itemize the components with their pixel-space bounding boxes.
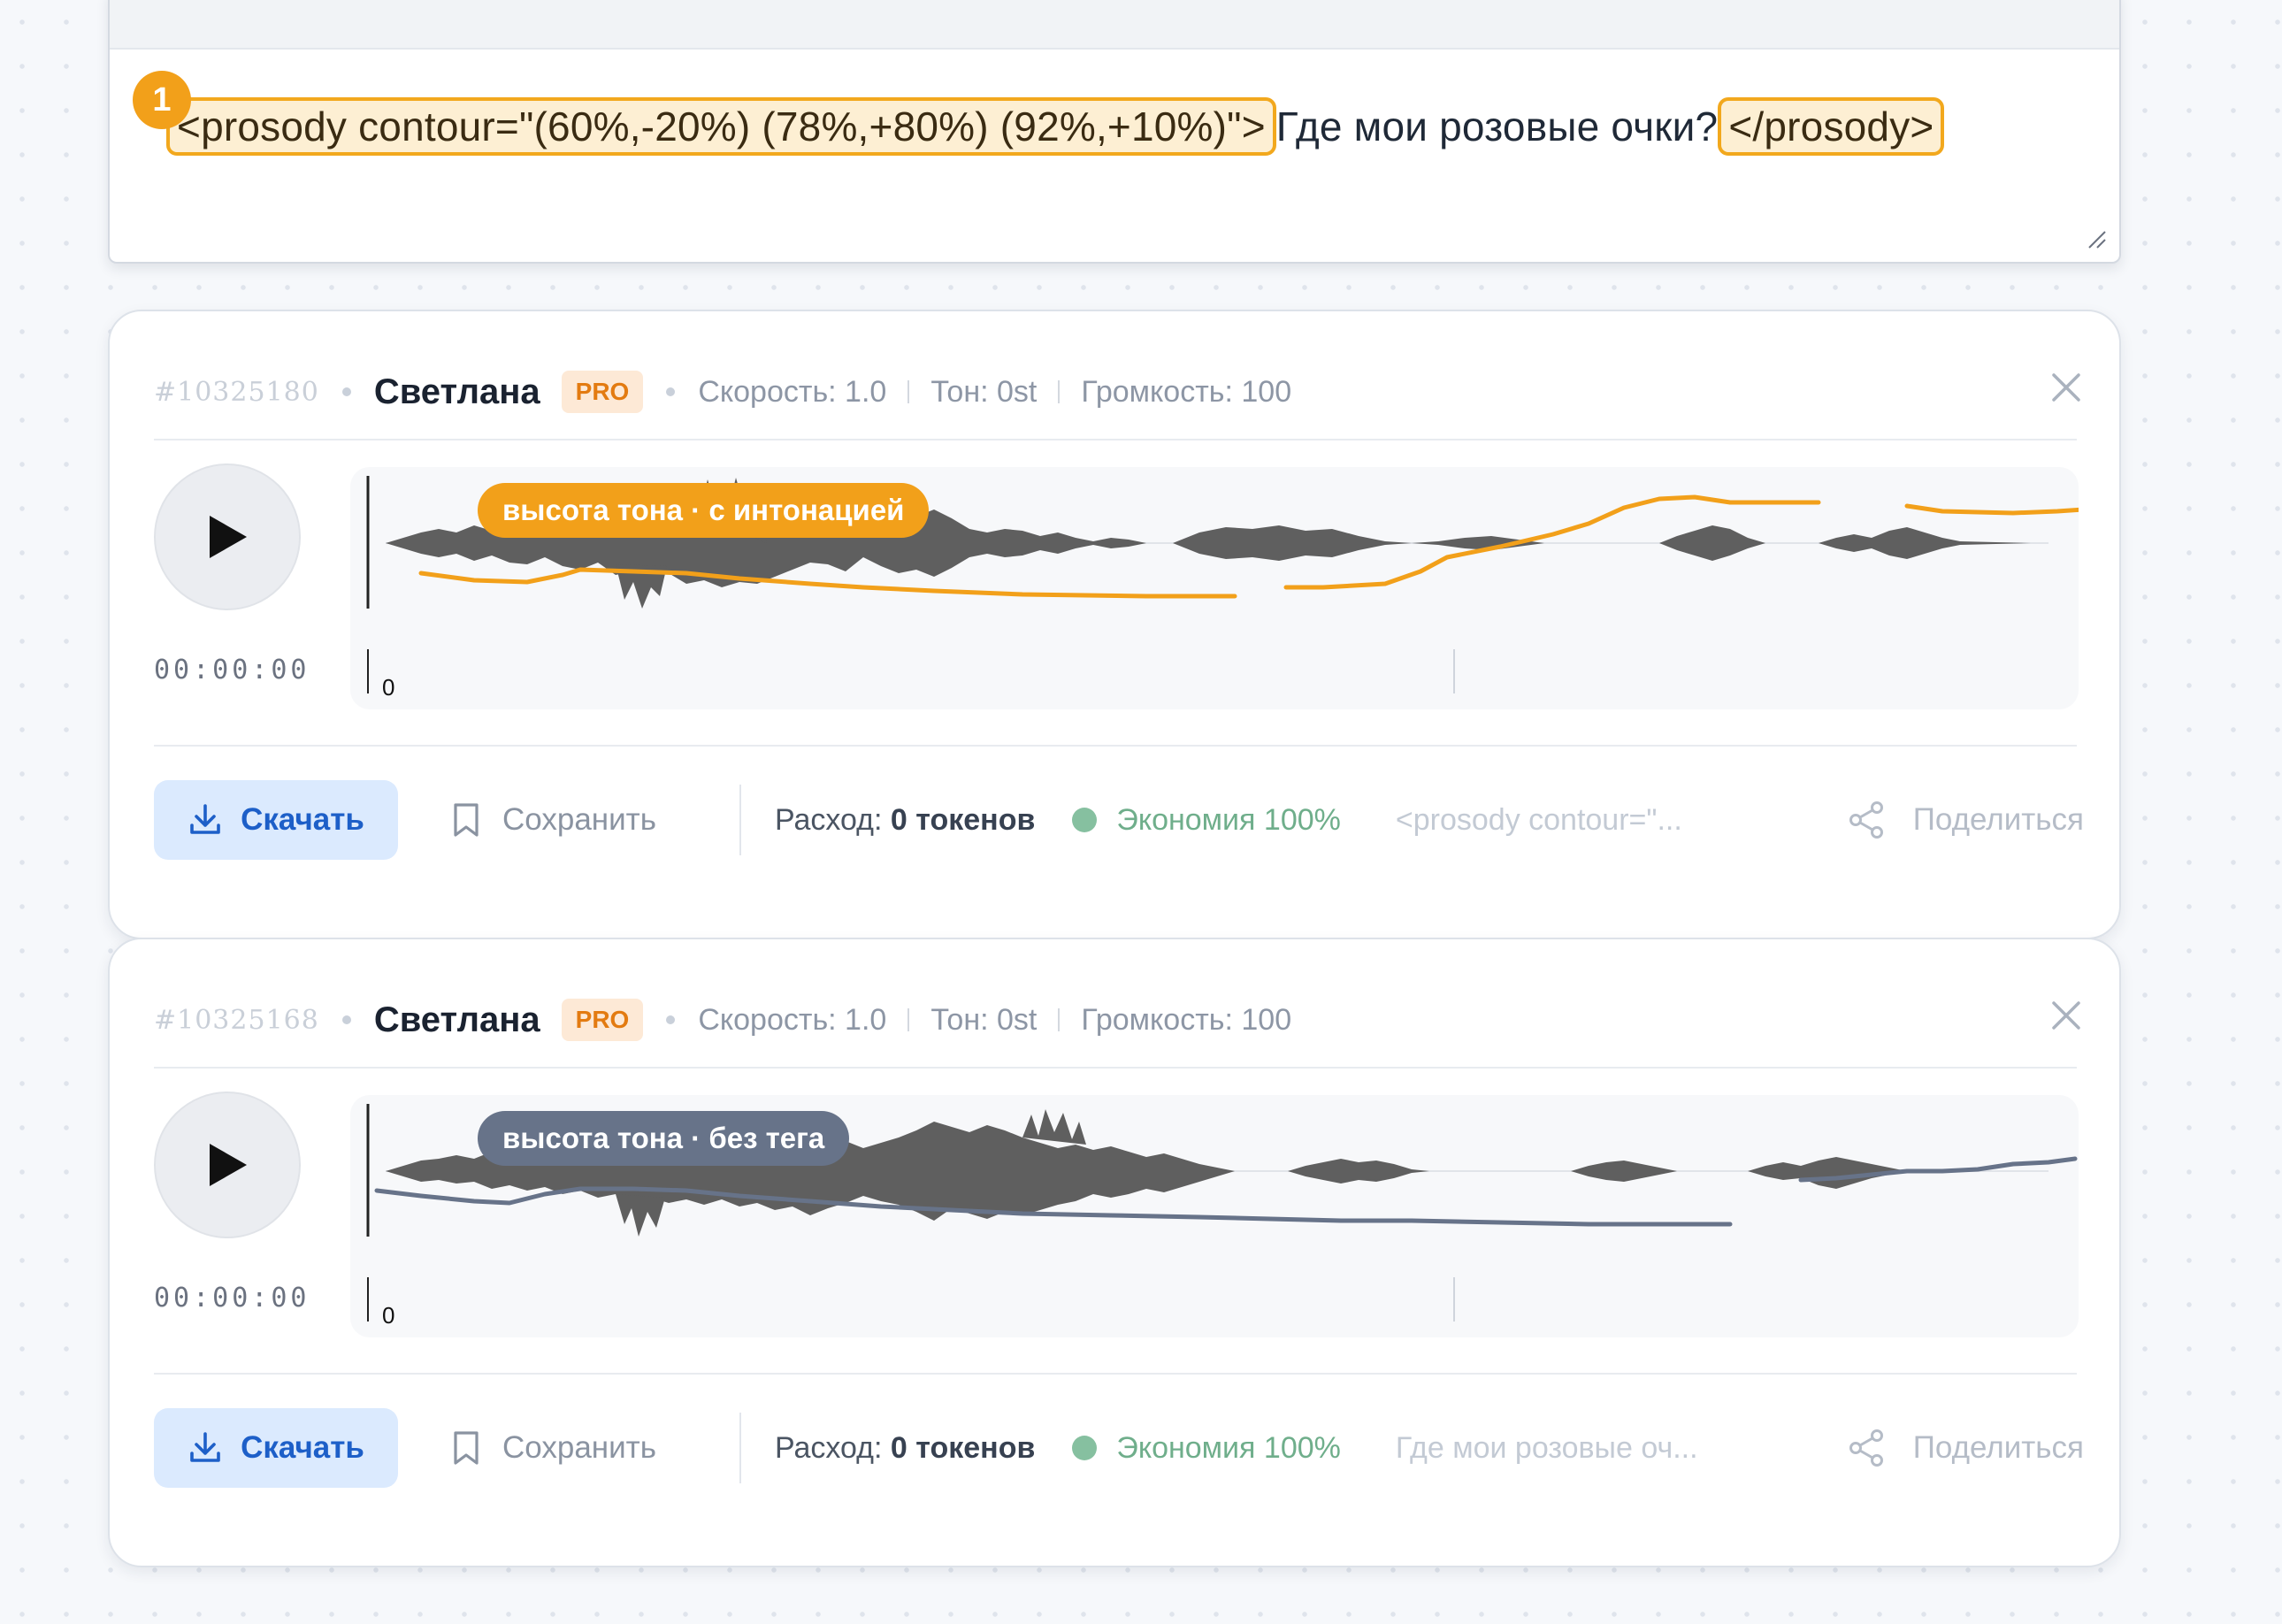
play-button[interactable] — [154, 463, 301, 610]
download-label: Скачать — [241, 1430, 364, 1465]
pitch-legend-no-tag: высота тона · без тега — [478, 1111, 850, 1166]
bookmark-icon — [454, 1431, 479, 1465]
speed-value: Скорость: 1.0 — [698, 374, 887, 409]
save-button[interactable]: Сохранить — [453, 802, 656, 838]
share-icon — [1849, 1429, 1883, 1467]
separator-bar — [1058, 1008, 1061, 1031]
share-label: Поделиться — [1912, 1430, 2084, 1465]
speed-value: Скорость: 1.0 — [698, 1002, 887, 1037]
timecode: 00:00:00 — [154, 655, 310, 686]
divider — [154, 745, 2077, 747]
divider — [154, 439, 2077, 440]
savings-value: Экономия 100% — [1116, 1430, 1341, 1465]
separator-dot — [341, 1015, 351, 1024]
pro-badge: PRO — [561, 999, 644, 1041]
axis-zero-label: 0 — [382, 674, 394, 701]
divider — [154, 1373, 2077, 1375]
save-label: Сохранить — [502, 1430, 656, 1465]
card-header: #10325168 Светлана PRO Скорость: 1.0 Тон… — [154, 989, 2084, 1051]
card-footer: Скачать Сохранить Расход: 0 токенов Экон… — [154, 1408, 2084, 1488]
share-button[interactable]: Поделиться — [1848, 801, 2084, 839]
record-id: #10325180 — [154, 376, 319, 408]
vertical-separator — [739, 1413, 741, 1483]
divider — [154, 1067, 2077, 1069]
bookmark-icon — [454, 803, 479, 837]
pro-badge: PRO — [561, 371, 644, 413]
separator-dot — [341, 387, 351, 396]
separator-bar — [907, 1008, 910, 1031]
voice-name: Светлана — [373, 1000, 540, 1039]
record-id: #10325168 — [154, 1004, 319, 1036]
download-icon — [190, 804, 220, 834]
volume-value: Громкость: 100 — [1081, 1002, 1292, 1037]
savings-dot — [1072, 808, 1098, 832]
prosody-close-tag[interactable]: </prosody> — [1718, 97, 1945, 156]
text-preview: Где мои розовые оч... — [1395, 1430, 1698, 1465]
play-icon — [210, 516, 247, 558]
resize-handle-icon[interactable] — [2087, 230, 2107, 249]
ssml-editor[interactable]: <prosody contour="(60%,-20%) (78%,+80%) … — [108, 0, 2121, 264]
separator-bar — [907, 380, 910, 403]
close-icon[interactable] — [2047, 996, 2086, 1035]
separator-dot — [666, 1015, 676, 1024]
result-card-2: #10325168 Светлана PRO Скорость: 1.0 Тон… — [108, 938, 2121, 1567]
download-button[interactable]: Скачать — [154, 1408, 398, 1488]
vertical-separator — [739, 785, 741, 855]
token-spend: Расход: 0 токенов — [774, 1430, 1036, 1465]
volume-value: Громкость: 100 — [1081, 374, 1292, 409]
share-label: Поделиться — [1912, 802, 2084, 837]
result-card-1: #10325180 Светлана PRO Скорость: 1.0 Тон… — [108, 310, 2121, 939]
separator-dot — [666, 387, 676, 396]
waveform-area[interactable]: 0 высота тона · с интонацией — [350, 467, 2079, 709]
download-label: Скачать — [241, 802, 364, 837]
share-button[interactable]: Поделиться — [1848, 1429, 2084, 1467]
voice-name: Светлана — [373, 372, 540, 411]
editor-plain-text: Где мои розовые очки? — [1275, 103, 1719, 149]
download-icon — [190, 1432, 220, 1462]
prosody-open-tag[interactable]: <prosody contour="(60%,-20%) (78%,+80%) … — [166, 97, 1276, 156]
card-header: #10325180 Светлана PRO Скорость: 1.0 Тон… — [154, 361, 2084, 423]
pitch-legend-intonation: высота тона · с интонацией — [478, 483, 930, 538]
token-spend: Расход: 0 токенов — [774, 802, 1036, 837]
play-icon — [210, 1144, 247, 1186]
card-footer: Скачать Сохранить Расход: 0 токенов Экон… — [154, 780, 2084, 860]
savings-value: Экономия 100% — [1116, 802, 1341, 837]
play-button[interactable] — [154, 1092, 301, 1238]
share-icon — [1849, 801, 1883, 839]
editor-text[interactable]: <prosody contour="(60%,-20%) (78%,+80%) … — [166, 96, 1945, 157]
axis-zero-label: 0 — [382, 1302, 394, 1329]
close-icon[interactable] — [2047, 368, 2086, 407]
text-preview: <prosody contour="... — [1395, 802, 1682, 837]
tone-value: Тон: 0st — [930, 374, 1038, 409]
download-button[interactable]: Скачать — [154, 780, 398, 860]
tone-value: Тон: 0st — [930, 1002, 1038, 1037]
waveform-area[interactable]: 0 высота тона · без тега — [350, 1095, 2079, 1337]
save-button[interactable]: Сохранить — [453, 1430, 656, 1466]
separator-bar — [1058, 380, 1061, 403]
savings-dot — [1072, 1436, 1098, 1460]
editor-toolbar — [110, 0, 2119, 50]
step-badge: 1 — [133, 71, 191, 129]
save-label: Сохранить — [502, 802, 656, 837]
timecode: 00:00:00 — [154, 1283, 310, 1314]
